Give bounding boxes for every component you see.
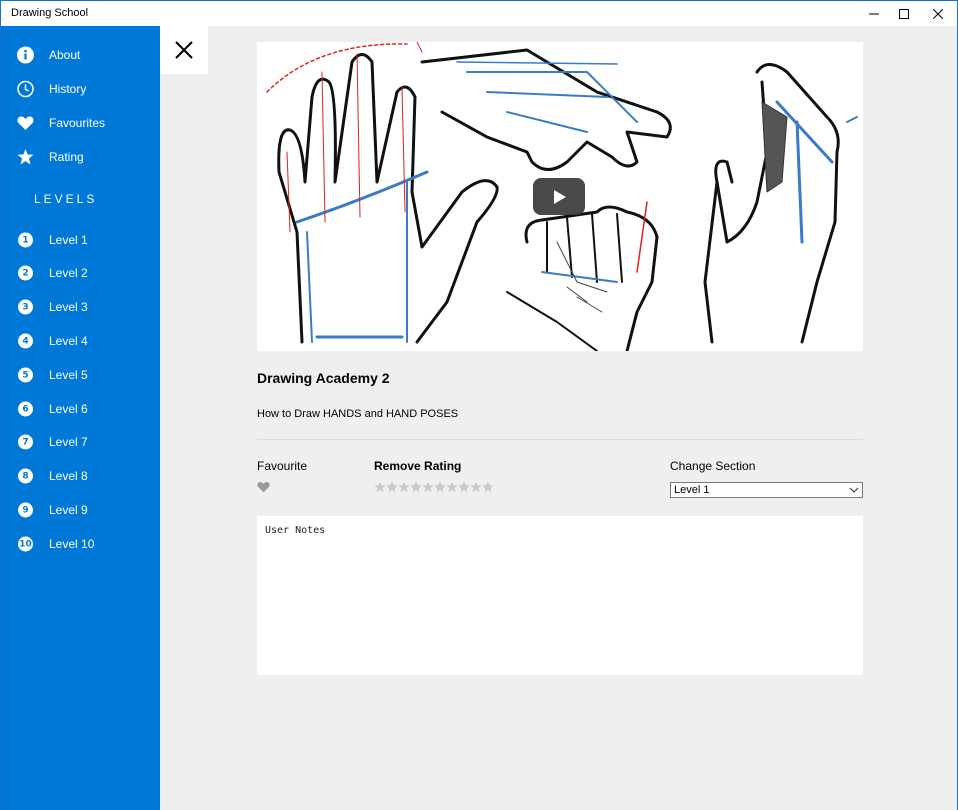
section-dropdown-value: Level 1 [674,484,710,496]
sidebar-item-level-8[interactable]: 8 Level 8 [1,461,160,491]
minimize-button[interactable] [857,1,891,26]
favourite-toggle[interactable] [257,481,270,493]
app-window: Drawing School About History Favourites … [0,0,958,810]
sidebar-item-level-7[interactable]: 7 Level 7 [1,427,160,457]
close-panel-button[interactable] [160,26,208,74]
video-thumbnail[interactable] [257,42,863,351]
sidebar-item-label: Level 6 [49,402,88,416]
sidebar-item-level-2[interactable]: 2 Level 2 [1,258,160,288]
close-icon [175,41,193,59]
number-circle-icon: 8 [17,468,34,485]
sidebar-item-label: Level 9 [49,503,88,517]
detail-panel: Drawing Academy 2 How to Draw HANDS and … [160,26,957,810]
sidebar-item-label: Level 10 [49,537,95,551]
close-window-button[interactable] [921,1,955,26]
sidebar-item-label: Level 1 [49,233,88,247]
heart-icon [17,115,34,132]
sidebar-item-level-5[interactable]: 5 Level 5 [1,360,160,390]
remove-rating-button[interactable]: Remove Rating [374,459,461,473]
sidebar-item-label: Level 2 [49,266,88,280]
divider [257,439,863,440]
levels-heading: LEVELS [34,192,98,206]
rating-star-icon[interactable] [374,481,386,493]
rating-star-icon[interactable] [446,481,458,493]
rating-star-icon[interactable] [482,481,494,493]
sidebar-item-label: Level 4 [49,334,88,348]
rating-star-icon[interactable] [434,481,446,493]
sidebar-item-history[interactable]: History [1,74,160,104]
number-circle-icon: 2 [17,265,34,282]
maximize-button[interactable] [887,1,921,26]
user-notes-textarea[interactable]: User Notes [257,516,863,675]
chevron-down-icon [849,487,859,493]
clock-icon [17,80,34,98]
window-title: Drawing School [11,7,89,19]
sidebar-item-level-6[interactable]: 6 Level 6 [1,394,160,424]
sidebar-item-label: Level 3 [49,300,88,314]
sidebar-item-level-1[interactable]: 1 Level 1 [1,225,160,255]
rating-star-icon[interactable] [458,481,470,493]
sidebar-item-label: Level 8 [49,469,88,483]
sidebar-item-level-9[interactable]: 9 Level 9 [1,495,160,525]
section-dropdown[interactable]: Level 1 [670,482,863,498]
close-icon [933,8,943,19]
info-icon [17,46,34,64]
sidebar-item-rating[interactable]: Rating [1,142,160,172]
change-section-label: Change Section [670,459,756,473]
rating-star-icon[interactable] [410,481,422,493]
sidebar-item-favourites[interactable]: Favourites [1,108,160,138]
sidebar-item-label: About [49,48,81,62]
play-button[interactable] [533,178,585,215]
sidebar-item-label: Rating [49,150,84,164]
play-icon [554,189,566,204]
number-circle-icon: 3 [17,299,34,316]
user-notes-placeholder: User Notes [265,525,326,536]
heart-icon [257,482,270,493]
favourite-label: Favourite [257,459,308,473]
sidebar: About History Favourites Rating LEVELS 1… [1,26,160,810]
title-bar: Drawing School [1,1,957,26]
video-title: Drawing Academy 2 [257,370,390,386]
number-circle-icon: 4 [17,333,34,350]
number-circle-icon: 5 [17,367,34,384]
sidebar-item-label: History [49,82,87,96]
maximize-icon [899,8,909,19]
minimize-icon [869,13,879,14]
sidebar-item-label: Favourites [49,116,106,130]
sidebar-item-about[interactable]: About [1,40,160,70]
star-icon [17,149,34,166]
rating-star-icon[interactable] [470,481,482,493]
number-circle-icon: 6 [17,401,34,418]
rating-star-icon[interactable] [398,481,410,493]
sidebar-item-level-10[interactable]: 10 Level 10 [1,529,160,559]
video-description: How to Draw HANDS and HAND POSES [257,408,459,420]
number-circle-icon: 7 [17,434,34,451]
sidebar-item-label: Level 7 [49,435,88,449]
sidebar-item-level-4[interactable]: 4 Level 4 [1,326,160,356]
number-circle-icon: 9 [17,502,34,519]
rating-stars[interactable] [374,481,494,493]
sidebar-item-level-3[interactable]: 3 Level 3 [1,292,160,322]
number-circle-icon: 1 [17,232,34,249]
rating-star-icon[interactable] [422,481,434,493]
sidebar-item-label: Level 5 [49,368,88,382]
number-circle-icon: 10 [17,536,34,553]
rating-star-icon[interactable] [386,481,398,493]
